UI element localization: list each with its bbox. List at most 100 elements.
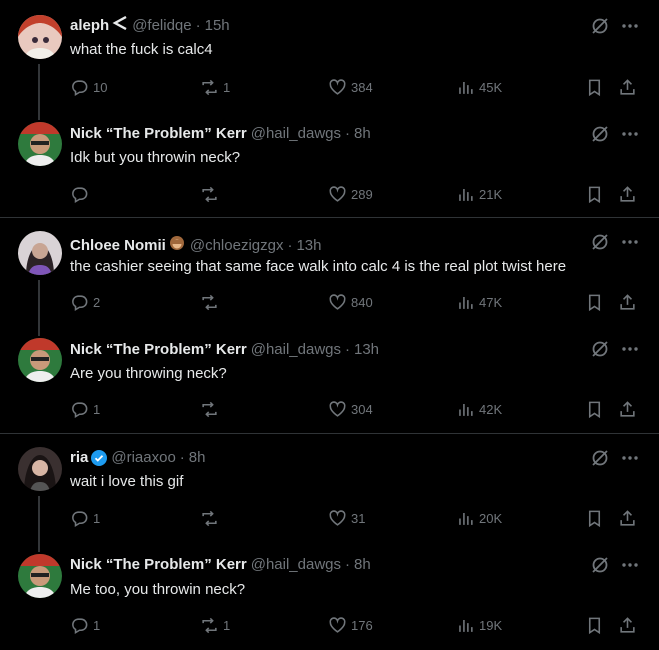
verified-badge-icon xyxy=(91,450,108,466)
bookmark-button[interactable] xyxy=(585,614,604,636)
grok-icon[interactable] xyxy=(590,339,610,359)
like-button[interactable]: 176 xyxy=(328,614,373,636)
grok-icon[interactable] xyxy=(590,124,610,144)
like-button[interactable]: 289 xyxy=(328,183,373,205)
views-button[interactable]: 45K xyxy=(456,76,502,98)
timestamp[interactable]: 8h xyxy=(354,125,371,143)
bookmark-button[interactable] xyxy=(585,291,604,313)
user-handle[interactable]: @felidqe xyxy=(132,17,191,35)
more-icon[interactable] xyxy=(620,555,640,575)
views-button[interactable]: 20K xyxy=(456,507,502,529)
views-button[interactable]: 21K xyxy=(456,183,502,205)
repost-button[interactable] xyxy=(200,291,223,313)
more-icon[interactable] xyxy=(620,232,640,252)
share-icon xyxy=(620,185,635,202)
share-icon xyxy=(620,509,635,526)
reply-button[interactable]: 1 xyxy=(70,507,100,529)
bookmark-button[interactable] xyxy=(585,76,604,98)
user-handle[interactable]: @hail_dawgs xyxy=(251,341,341,359)
views-icon xyxy=(459,619,473,632)
view-count: 47K xyxy=(479,294,503,310)
display-name[interactable]: Nick “The Problem” Kerr xyxy=(70,341,247,359)
views-button[interactable]: 19K xyxy=(456,614,502,636)
avatar[interactable] xyxy=(18,554,62,598)
like-button[interactable]: 304 xyxy=(328,398,373,420)
grok-icon[interactable] xyxy=(590,232,610,252)
timestamp[interactable]: 15h xyxy=(205,17,230,35)
repost-icon xyxy=(202,401,217,417)
user-handle[interactable]: @hail_dawgs xyxy=(251,125,341,143)
heart-icon xyxy=(329,509,346,526)
like-button[interactable]: 31 xyxy=(328,507,365,529)
tweet[interactable]: Nick “The Problem” Kerr @hail_dawgs · 8h… xyxy=(0,108,659,217)
reply-button[interactable]: 1 xyxy=(70,614,100,636)
reply-button[interactable]: 10 xyxy=(70,76,107,98)
heart-icon xyxy=(329,293,346,310)
user-handle[interactable]: @chloezigzgx xyxy=(190,237,284,255)
views-button[interactable]: 42K xyxy=(456,398,502,420)
reply-icon xyxy=(72,510,88,527)
reply-button[interactable]: 1 xyxy=(70,398,100,420)
display-name[interactable]: Chloee Nomii xyxy=(70,237,166,255)
user-handle[interactable]: @riaaxoo xyxy=(111,449,175,467)
heart-icon xyxy=(329,400,346,417)
reply-count: 1 xyxy=(93,617,101,633)
bookmark-button[interactable] xyxy=(585,507,604,529)
display-name[interactable]: Nick “The Problem” Kerr xyxy=(70,125,247,143)
timestamp[interactable]: 8h xyxy=(354,556,371,574)
see-no-evil-monkey-emoji xyxy=(168,234,186,257)
reply-button[interactable]: 2 xyxy=(70,291,100,313)
repost-button[interactable] xyxy=(200,183,223,205)
timestamp[interactable]: 13h xyxy=(354,341,379,359)
repost-button[interactable] xyxy=(200,507,223,529)
repost-button[interactable] xyxy=(200,398,223,420)
display-name[interactable]: aleph xyxy=(70,17,109,35)
display-name[interactable]: ria xyxy=(70,449,88,467)
tweet[interactable]: Nick “The Problem” Kerr @hail_dawgs · 13… xyxy=(0,325,659,433)
repost-icon xyxy=(202,79,217,95)
share-button[interactable] xyxy=(618,291,637,313)
share-button[interactable] xyxy=(618,614,637,636)
tweet[interactable]: Chloee Nomii @chloezigzgx · 13h the cash… xyxy=(0,218,659,325)
reply-count: 2 xyxy=(93,294,101,310)
repost-button[interactable]: 1 xyxy=(200,76,230,98)
tweet[interactable]: Nick “The Problem” Kerr @hail_dawgs · 8h… xyxy=(0,540,659,650)
repost-button[interactable]: 1 xyxy=(200,614,230,636)
avatar[interactable] xyxy=(18,338,62,382)
reply-button[interactable] xyxy=(70,183,93,205)
more-icon[interactable] xyxy=(620,339,640,359)
grok-icon[interactable] xyxy=(590,555,610,575)
bookmark-button[interactable] xyxy=(585,398,604,420)
reply-count: 1 xyxy=(93,510,101,526)
more-icon[interactable] xyxy=(620,124,640,144)
bookmark-button[interactable] xyxy=(585,183,604,205)
avatar[interactable] xyxy=(18,447,62,491)
tweet[interactable]: ria @riaaxoo · 8h wait i love this gif 1… xyxy=(0,434,659,540)
separator-dot: · xyxy=(345,125,350,142)
tweet[interactable]: aleph @felidqe · 15h what the fuck is ca… xyxy=(0,0,659,108)
views-button[interactable]: 47K xyxy=(456,291,502,313)
tweet-actions: 1 1 176 19K xyxy=(70,614,645,636)
avatar[interactable] xyxy=(18,15,62,59)
share-button[interactable] xyxy=(618,76,637,98)
like-button[interactable]: 384 xyxy=(328,76,373,98)
views-icon xyxy=(459,403,473,416)
like-count: 840 xyxy=(351,294,373,310)
grok-icon[interactable] xyxy=(590,448,610,468)
tweet-actions: 1 31 20K xyxy=(70,507,645,529)
avatar[interactable] xyxy=(18,122,62,166)
user-handle[interactable]: @hail_dawgs xyxy=(251,556,341,574)
share-icon xyxy=(620,78,635,95)
repost-count: 1 xyxy=(223,617,231,633)
grok-icon[interactable] xyxy=(590,16,610,36)
more-icon[interactable] xyxy=(620,448,640,468)
avatar[interactable] xyxy=(18,231,62,275)
timestamp[interactable]: 13h xyxy=(296,237,321,255)
like-button[interactable]: 840 xyxy=(328,291,373,313)
display-name[interactable]: Nick “The Problem” Kerr xyxy=(70,556,247,574)
more-icon[interactable] xyxy=(620,16,640,36)
share-button[interactable] xyxy=(618,398,637,420)
timestamp[interactable]: 8h xyxy=(189,449,206,467)
share-button[interactable] xyxy=(618,507,637,529)
share-button[interactable] xyxy=(618,183,637,205)
